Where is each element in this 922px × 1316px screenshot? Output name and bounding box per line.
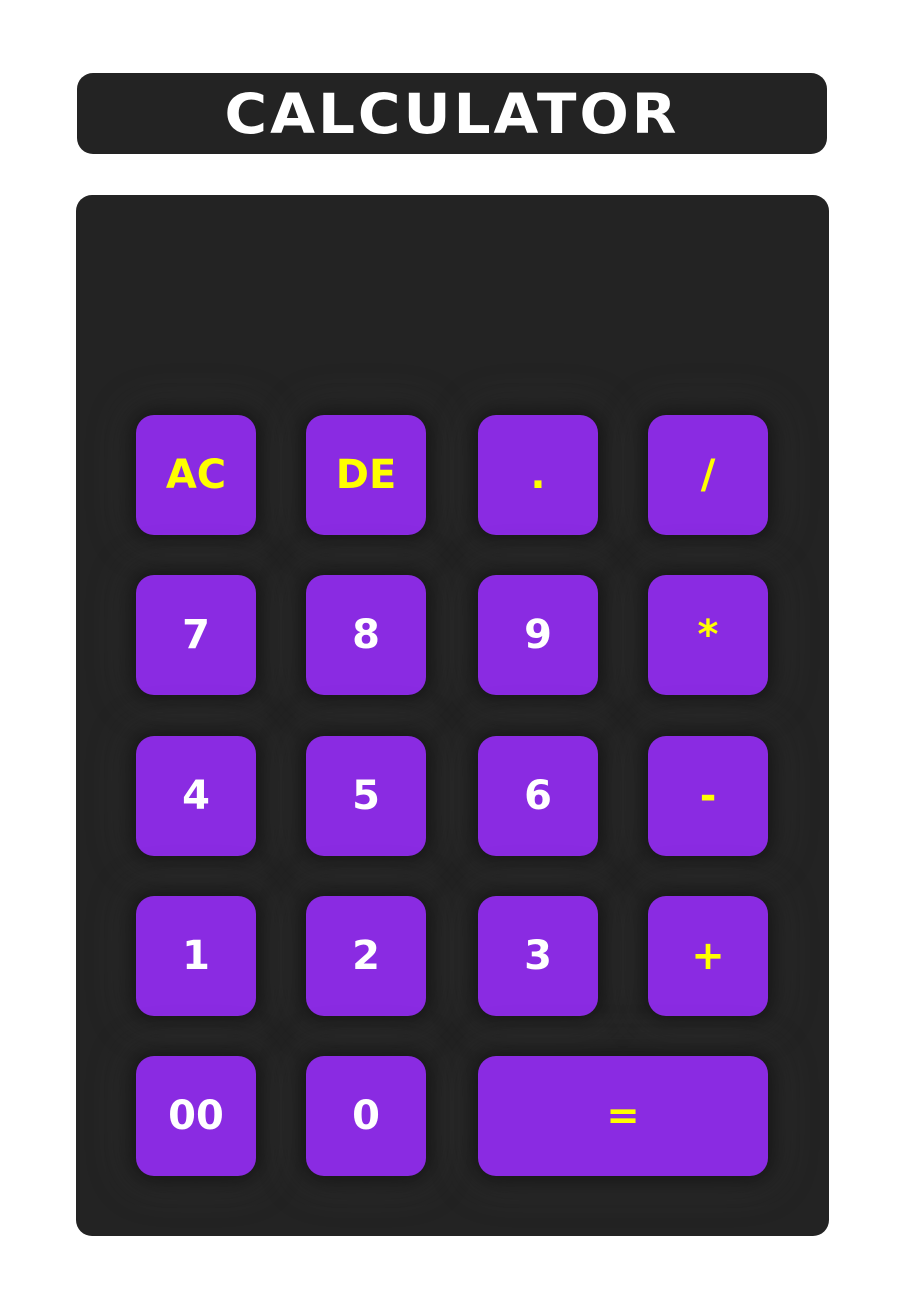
digit-6-label: 6 (524, 773, 552, 819)
display-input[interactable] (136, 225, 768, 395)
digit-4-button[interactable]: 4 (136, 736, 256, 856)
digit-4-label: 4 (182, 773, 210, 819)
divide-label: / (700, 452, 716, 498)
digit-1-label: 1 (182, 933, 210, 979)
digit-6-button[interactable]: 6 (478, 736, 598, 856)
multiply-label: * (697, 612, 719, 658)
equals-label: = (606, 1093, 640, 1139)
digit-5-button[interactable]: 5 (306, 736, 426, 856)
app-title: CALCULATOR (224, 81, 680, 146)
plus-button[interactable]: + (648, 896, 768, 1016)
digit-3-button[interactable]: 3 (478, 896, 598, 1016)
digit-5-label: 5 (352, 773, 380, 819)
decimal-point-label: . (530, 452, 546, 498)
minus-label: - (699, 773, 717, 819)
digit-3-label: 3 (524, 933, 552, 979)
digit-8-button[interactable]: 8 (306, 575, 426, 695)
divide-button[interactable]: / (648, 415, 768, 535)
double-zero-button[interactable]: 00 (136, 1056, 256, 1176)
delete-button[interactable]: DE (306, 415, 426, 535)
plus-label: + (691, 933, 725, 979)
digit-9-label: 9 (524, 612, 552, 658)
calculator-body: AC DE . / 7 8 9 * 4 5 6 - 1 2 3 + 00 0 = (76, 195, 829, 1236)
all-clear-button[interactable]: AC (136, 415, 256, 535)
digit-7-button[interactable]: 7 (136, 575, 256, 695)
digit-7-label: 7 (182, 612, 210, 658)
equals-button[interactable]: = (478, 1056, 768, 1176)
digit-1-button[interactable]: 1 (136, 896, 256, 1016)
title-bar: CALCULATOR (77, 73, 827, 154)
all-clear-label: AC (165, 452, 227, 498)
decimal-point-button[interactable]: . (478, 415, 598, 535)
delete-label: DE (335, 452, 397, 498)
minus-button[interactable]: - (648, 736, 768, 856)
digit-0-label: 0 (352, 1093, 380, 1139)
double-zero-label: 00 (168, 1093, 224, 1139)
digit-8-label: 8 (352, 612, 380, 658)
multiply-button[interactable]: * (648, 575, 768, 695)
digit-0-button[interactable]: 0 (306, 1056, 426, 1176)
digit-9-button[interactable]: 9 (478, 575, 598, 695)
digit-2-label: 2 (352, 933, 380, 979)
digit-2-button[interactable]: 2 (306, 896, 426, 1016)
